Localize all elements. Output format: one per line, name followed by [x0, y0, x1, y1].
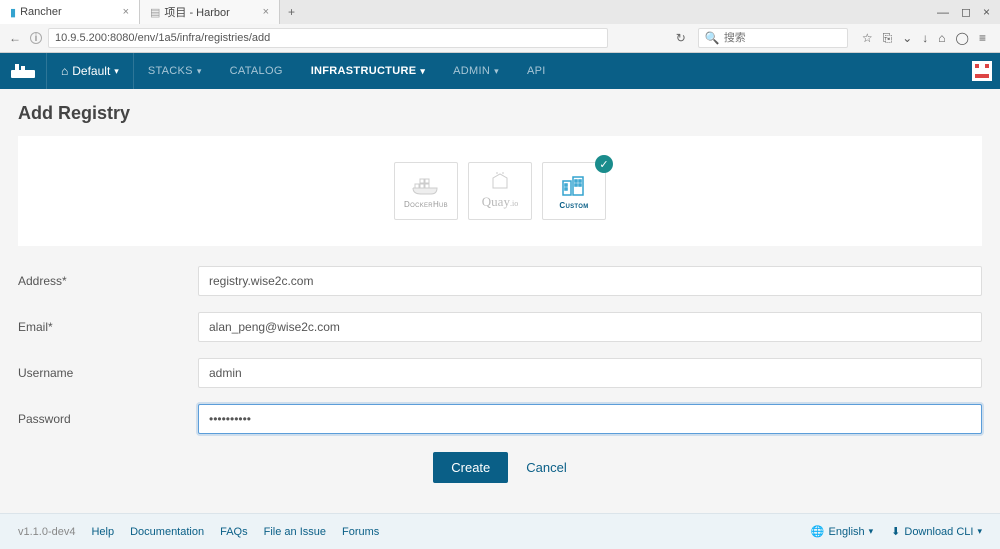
pocket-icon[interactable]: ⌄ — [902, 31, 912, 46]
form-actions: Create Cancel — [18, 452, 982, 483]
address-bar: ← i ↻ 🔍 ☆ ⎘ ⌄ ↓ ⌂ ◯ ≡ — [0, 24, 1000, 52]
registry-label: Custom — [559, 201, 588, 210]
chevron-down-icon: ▾ — [494, 66, 499, 77]
reload-icon[interactable]: ↻ — [670, 31, 692, 45]
browser-chrome: ▮ Rancher × ▤ 项目 - Harbor × + — ◻ × ← i … — [0, 0, 1000, 53]
chevron-down-icon: ▾ — [197, 66, 202, 77]
version-text: v1.1.0-dev4 — [18, 526, 75, 538]
maximize-icon[interactable]: ◻ — [961, 5, 971, 19]
email-label: Email* — [18, 320, 198, 334]
rancher-favicon: ▮ — [10, 6, 16, 19]
minimize-icon[interactable]: — — [937, 5, 949, 19]
email-input[interactable] — [198, 312, 982, 342]
info-icon[interactable]: i — [30, 32, 42, 44]
download-icon[interactable]: ↓ — [922, 31, 928, 46]
sync-icon[interactable]: ◯ — [956, 31, 969, 46]
cancel-button[interactable]: Cancel — [526, 460, 566, 475]
globe-icon: 🌐 — [811, 525, 825, 538]
footer-forums[interactable]: Forums — [342, 526, 379, 538]
browser-search[interactable]: 🔍 — [698, 28, 848, 48]
tab-title: 项目 - Harbor — [164, 4, 229, 20]
clipboard-icon[interactable]: ⎘ — [883, 31, 893, 46]
search-input[interactable] — [724, 32, 841, 44]
environment-picker[interactable]: ⌂ Default ▾ — [46, 53, 134, 89]
footer-left: v1.1.0-dev4 Help Documentation FAQs File… — [18, 526, 379, 538]
footer-right: 🌐 English ▾ ⬇ Download CLI ▾ — [811, 525, 982, 538]
chevron-down-icon: ▾ — [420, 66, 425, 77]
bookmark-icon[interactable]: ☆ — [862, 31, 873, 46]
registry-type-panel: DockerHub Quay.io ✓ Custom — [18, 136, 982, 246]
window-controls: — ◻ × — [927, 5, 1000, 19]
address-label: Address* — [18, 274, 198, 288]
home-icon[interactable]: ⌂ — [938, 31, 945, 46]
menu-icon[interactable]: ≡ — [979, 31, 986, 46]
home-icon: ⌂ — [61, 64, 68, 78]
address-input[interactable] — [198, 266, 982, 296]
env-label: Default — [72, 64, 110, 78]
footer-documentation[interactable]: Documentation — [130, 526, 204, 538]
nav-api[interactable]: API — [513, 53, 560, 89]
close-window-icon[interactable]: × — [983, 5, 990, 19]
language-picker[interactable]: 🌐 English ▾ — [811, 525, 873, 538]
browser-tab-rancher[interactable]: ▮ Rancher × — [0, 0, 140, 24]
tab-title: Rancher — [20, 6, 62, 18]
chevron-down-icon: ▾ — [869, 526, 874, 537]
check-icon: ✓ — [595, 155, 613, 173]
nav-stacks[interactable]: STACKS▾ — [134, 53, 216, 89]
username-label: Username — [18, 366, 198, 380]
chevron-down-icon: ▾ — [114, 66, 119, 77]
registry-option-dockerhub[interactable]: DockerHub — [394, 162, 458, 220]
chevron-down-icon: ▾ — [977, 526, 982, 537]
username-input[interactable] — [198, 358, 982, 388]
close-icon[interactable]: × — [123, 6, 129, 18]
rancher-logo[interactable] — [0, 53, 46, 89]
close-icon[interactable]: × — [263, 6, 269, 18]
create-button[interactable]: Create — [433, 452, 508, 483]
nav-catalog[interactable]: CATALOG — [216, 53, 297, 89]
page-title: Add Registry — [18, 103, 982, 124]
footer-help[interactable]: Help — [91, 526, 114, 538]
browser-toolbar-icons: ☆ ⎘ ⌄ ↓ ⌂ ◯ ≡ — [854, 31, 994, 46]
download-cli[interactable]: ⬇ Download CLI ▾ — [891, 525, 982, 538]
footer-file-issue[interactable]: File an Issue — [264, 526, 326, 538]
rancher-header: ⌂ Default ▾ STACKS▾ CATALOG INFRASTRUCTU… — [0, 53, 1000, 89]
registry-form: Address* Email* Username Password — [18, 266, 982, 434]
user-avatar[interactable] — [964, 53, 1000, 89]
footer-faqs[interactable]: FAQs — [220, 526, 248, 538]
new-tab-button[interactable]: + — [280, 5, 303, 19]
nav-infrastructure[interactable]: INFRASTRUCTURE▾ — [297, 53, 439, 89]
page-body: Add Registry DockerHub Quay.io ✓ Custom … — [0, 89, 1000, 483]
search-icon: 🔍 — [705, 31, 720, 45]
url-input[interactable] — [48, 28, 608, 48]
registry-option-quay[interactable]: Quay.io — [468, 162, 532, 220]
back-button[interactable]: ← — [6, 31, 24, 45]
footer: v1.1.0-dev4 Help Documentation FAQs File… — [0, 513, 1000, 549]
tab-bar: ▮ Rancher × ▤ 项目 - Harbor × + — ◻ × — [0, 0, 1000, 24]
password-label: Password — [18, 412, 198, 426]
download-icon: ⬇ — [891, 525, 900, 538]
registry-label: DockerHub — [404, 200, 448, 209]
browser-tab-harbor[interactable]: ▤ 项目 - Harbor × — [140, 0, 280, 24]
nav-admin[interactable]: ADMIN▾ — [439, 53, 513, 89]
harbor-favicon: ▤ — [150, 6, 160, 19]
registry-option-custom[interactable]: ✓ Custom — [542, 162, 606, 220]
password-input[interactable] — [198, 404, 982, 434]
registry-label: Quay.io — [482, 194, 518, 210]
